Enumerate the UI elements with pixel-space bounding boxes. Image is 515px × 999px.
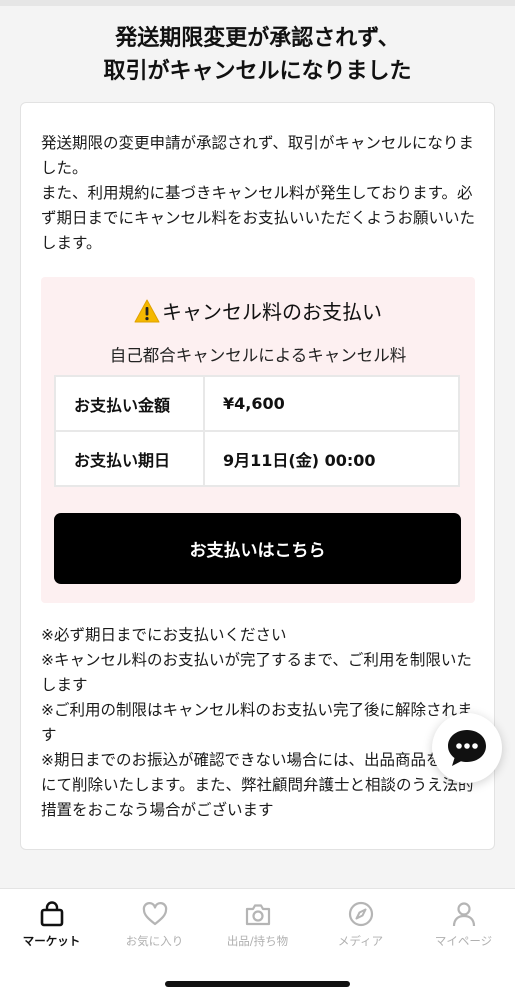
home-indicator[interactable] (165, 981, 350, 987)
tab-label: メディア (337, 934, 384, 948)
tab-mypage[interactable]: マイページ (412, 899, 515, 955)
note-item: ※キャンセル料のお支払いが完了するまで、ご利用を制限いたします (41, 651, 472, 694)
chat-button[interactable] (432, 713, 502, 783)
tab-label: マーケット (22, 934, 81, 948)
due-date-value: 9月11日(金) 00:00 (203, 430, 460, 487)
top-divider (0, 0, 515, 6)
amount-label: お支払い金額 (54, 375, 205, 432)
notes-list: ※必ず期日までにお支払いください ※キャンセル料のお支払いが完了するまで、ご利用… (41, 623, 483, 823)
note-item: ※必ず期日までにお支払いください (41, 626, 287, 644)
page-title: 発送期限変更が承認されず、 取引がキャンセルになりました (103, 26, 412, 84)
due-date-label: お支払い期日 (54, 430, 205, 487)
amount-value: ¥4,600 (203, 375, 460, 432)
payment-box: キャンセル料のお支払い 自己都合キャンセルによるキャンセル料 お支払い金額 ¥4… (41, 277, 475, 603)
note-item: ※期日までのお振込が確認できない場合には、出品商品を運営にて削除いたします。また… (41, 751, 474, 819)
table-row: お支払い期日 9月11日(金) 00:00 (54, 430, 460, 487)
payment-title: キャンセル料のお支払い (41, 297, 475, 327)
tab-favorites[interactable]: お気に入り (103, 899, 206, 955)
tab-label: 出品/持ち物 (226, 934, 289, 948)
warning-icon (134, 299, 160, 323)
tab-label: お気に入り (125, 934, 184, 948)
tab-media[interactable]: メディア (309, 899, 412, 955)
cancellation-description: 発送期限の変更申請が承認されず、取引がキャンセルになりました。 また、利用規約に… (41, 134, 476, 252)
chat-bubble-icon (448, 730, 486, 766)
payment-title-text: キャンセル料のお支払い (162, 300, 382, 324)
payment-details-table: お支払い金額 ¥4,600 お支払い期日 9月11日(金) 00:00 (54, 375, 460, 487)
shopping-bag-icon (40, 901, 63, 927)
cancellation-card: 発送期限の変更申請が承認されず、取引がキャンセルになりました。 また、利用規約に… (20, 102, 495, 850)
note-item: ※ご利用の制限はキャンセル料のお支払い完了後に解除されます (41, 701, 473, 744)
heart-icon (142, 902, 167, 926)
pay-now-button[interactable]: お支払いはこちら (54, 513, 461, 584)
table-row: お支払い金額 ¥4,600 (54, 375, 460, 432)
person-icon (452, 902, 475, 927)
compass-icon (348, 901, 373, 927)
tab-market[interactable]: マーケット (0, 899, 103, 955)
tab-label: マイページ (434, 934, 493, 948)
tab-listing[interactable]: 出品/持ち物 (206, 899, 309, 955)
camera-icon (245, 904, 270, 926)
payment-subtitle: 自己都合キャンセルによるキャンセル料 (109, 346, 407, 365)
